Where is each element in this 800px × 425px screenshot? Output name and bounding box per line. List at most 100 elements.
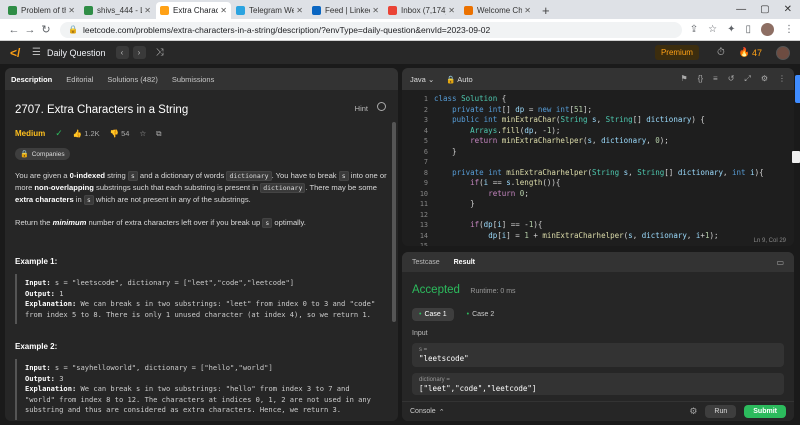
user-avatar[interactable] [776, 45, 790, 60]
reload-icon[interactable]: ↻ [38, 23, 54, 36]
example-explanation: We can break s in two substrings: "hello… [25, 384, 371, 414]
submit-button[interactable]: Submit [744, 405, 786, 418]
expand-icon[interactable]: ⤢ [744, 74, 750, 84]
share-icon[interactable]: ⇪ [690, 24, 698, 35]
example-input: s = "leetscode", dictionary = ["leet","c… [54, 278, 295, 287]
line-number: 10 [419, 189, 428, 198]
hint-button[interactable]: Hint [355, 104, 368, 113]
language-label: Java [410, 74, 426, 84]
description-body: 2707. Extra Characters in a String Hint … [5, 90, 398, 421]
tab-result[interactable]: Result [454, 259, 475, 266]
timer-icon[interactable]: ⏱ [717, 47, 725, 58]
back-icon[interactable]: ← [6, 24, 22, 36]
tab-solutions[interactable]: Solutions (482) [107, 75, 157, 84]
desc-text: Return the [15, 218, 53, 227]
like-button[interactable]: 👍 1.2K [73, 129, 100, 138]
prev-problem-button[interactable]: ‹ [115, 46, 129, 59]
code-line: class Solution { [434, 94, 507, 103]
more-icon[interactable]: ⋮ [778, 74, 786, 84]
new-tab-button[interactable]: + [536, 2, 556, 19]
console-toggle[interactable]: Console ⌃ [410, 408, 445, 416]
auto-mode[interactable]: 🔒 Auto [446, 75, 472, 84]
close-tab-icon[interactable]: ✕ [524, 6, 531, 15]
browser-tab[interactable]: Inbox (7,174) - shiva✕ [384, 2, 459, 19]
example-2-box: Input: s = "sayhelloworld", dictionary =… [15, 359, 390, 420]
browser-tab[interactable]: Welcome Chegg Expe✕ [460, 2, 535, 19]
input-label: Input: [25, 278, 51, 287]
forward-icon[interactable]: → [22, 24, 38, 36]
tab-editorial[interactable]: Editorial [66, 75, 93, 84]
settings-gear-icon[interactable]: ⚙ [689, 406, 697, 417]
favorite-star-icon[interactable]: ☆ [139, 129, 146, 138]
code-area[interactable]: 1 2 3 4 5 6 7 8 9 10 11 12 13 14 15 class Solution { p… [402, 90, 794, 246]
side-extension-tab[interactable] [795, 75, 800, 103]
close-tab-icon[interactable]: ✕ [372, 6, 379, 15]
dislike-button[interactable]: 👎 54 [110, 129, 130, 138]
desc-text: number of extra characters left over if … [86, 218, 263, 227]
desc-code: s [262, 218, 273, 228]
problem-list-icon[interactable]: ☰ [32, 47, 41, 58]
close-tab-icon[interactable]: ✕ [220, 6, 227, 15]
close-tab-icon[interactable]: ✕ [296, 6, 303, 15]
profile-avatar[interactable] [761, 23, 774, 36]
tab-submissions[interactable]: Submissions [172, 75, 215, 84]
desc-text: substrings such that each substring is p… [93, 183, 261, 192]
description-scrollbar[interactable] [392, 122, 396, 322]
close-window-icon[interactable]: ✕ [784, 4, 792, 15]
example-output: 3 [59, 373, 64, 383]
settings-icon[interactable]: ⚙ [761, 74, 768, 84]
close-tab-icon[interactable]: ✕ [448, 6, 455, 15]
daily-question-label[interactable]: Daily Question [47, 48, 106, 58]
var-value: ["leet","code","leetcode"] [419, 384, 537, 393]
menu-icon[interactable]: ⋮ [784, 24, 794, 35]
desc-text: in [73, 195, 84, 204]
browser-tab-label: Inbox (7,174) - shiva [401, 6, 447, 15]
case-2-tab[interactable]: • Case 2 [460, 308, 502, 321]
language-select[interactable]: Java ⌄ [410, 75, 434, 84]
collapse-icon[interactable]: ▭ [776, 258, 784, 267]
browser-tab[interactable]: Feed | LinkedIn✕ [308, 2, 383, 19]
browser-tab[interactable]: shivs_444 - LeetCo✕ [80, 2, 155, 19]
accepted-status: Accepted [412, 284, 460, 296]
braces-icon[interactable]: {} [698, 74, 703, 84]
problem-meta: Medium ✓ 👍 1.2K 👎 54 ☆ ⧉ [15, 128, 390, 139]
explanation-label: Explanation: [25, 299, 77, 308]
shuffle-icon[interactable]: ⤨ [156, 47, 164, 58]
console-label: Console [410, 408, 436, 415]
bookmark-star-icon[interactable]: ☆ [708, 24, 717, 35]
line-number: 1 [423, 95, 428, 103]
share-link-icon[interactable]: ⧉ [156, 129, 161, 139]
case-1-tab[interactable]: • Case 1 [412, 308, 454, 321]
close-tab-icon[interactable]: ✕ [144, 6, 151, 15]
extensions-icon[interactable]: ✦ [727, 24, 735, 35]
url-field[interactable]: 🔒 leetcode.com/problems/extra-characters… [60, 21, 682, 38]
var-value: "leetscode" [419, 354, 469, 363]
companies-tag[interactable]: 🔒 Companies [15, 148, 70, 160]
browser-tab[interactable]: Extra Characters in a✕ [156, 2, 231, 19]
sidebar-icon[interactable]: ▯ [745, 24, 751, 35]
streak-counter[interactable]: 🔥 47 [739, 47, 762, 58]
run-button[interactable]: Run [705, 405, 737, 418]
fire-icon: 🔥 [738, 47, 750, 57]
reset-icon[interactable]: ↺ [728, 74, 735, 84]
desc-code: s [338, 171, 349, 181]
premium-button[interactable]: Premium [654, 45, 699, 60]
clock-icon[interactable] [377, 102, 386, 111]
format-icon[interactable]: ≡ [713, 74, 718, 84]
tab-testcase[interactable]: Testcase [412, 259, 440, 266]
browser-tab[interactable]: Problem of the Day✕ [4, 2, 79, 19]
input-dictionary-box: dictionary = ["leet","code","leetcode"] [412, 373, 784, 395]
minimize-icon[interactable]: — [736, 4, 746, 15]
tab-description[interactable]: Description [11, 75, 52, 84]
close-tab-icon[interactable]: ✕ [68, 6, 75, 15]
browser-tab[interactable]: Telegram Web✕ [232, 2, 307, 19]
favicon-icon [464, 6, 473, 15]
leetcode-logo-icon[interactable]: </ [10, 46, 22, 60]
bookmark-icon[interactable]: ⚑ [681, 74, 688, 84]
case-label: Case 2 [472, 311, 495, 318]
url-text: leetcode.com/problems/extra-characters-i… [82, 24, 491, 35]
next-problem-button[interactable]: › [132, 46, 146, 59]
maximize-icon[interactable]: ▢ [760, 4, 769, 15]
streak-count: 47 [751, 47, 762, 58]
side-doc-icon[interactable] [792, 151, 800, 163]
